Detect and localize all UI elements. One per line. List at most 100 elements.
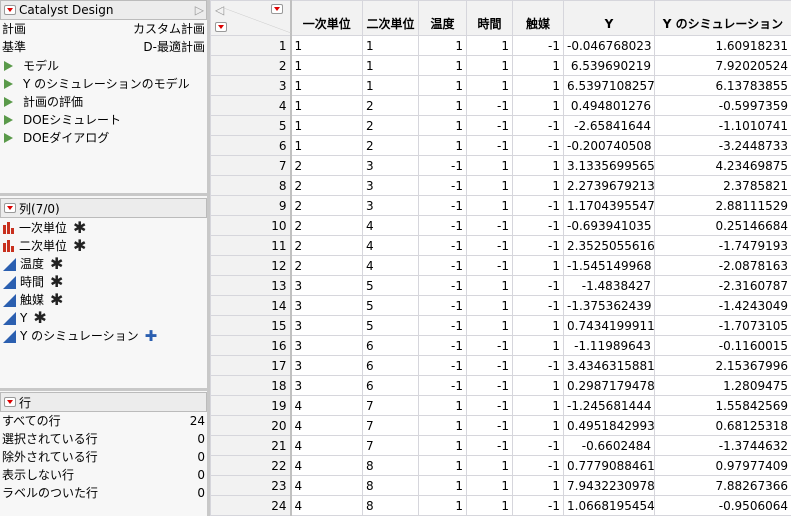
table-cell[interactable]: 4 bbox=[362, 215, 419, 236]
row-number[interactable]: 19 bbox=[210, 395, 292, 416]
asterisk-icon[interactable]: ✱ bbox=[50, 273, 63, 291]
table-row[interactable]: 19 4 7 1 -1 1 -1.245681444 1.55842569 bbox=[210, 395, 791, 416]
table-row[interactable]: 20 4 7 1 -1 1 0.4951842993 0.68125318 bbox=[210, 415, 791, 436]
row-number[interactable]: 16 bbox=[210, 335, 292, 356]
table-cell[interactable]: 0.4951842993 bbox=[563, 415, 655, 436]
table-cell[interactable]: 1 bbox=[466, 175, 513, 196]
table-cell[interactable]: 8 bbox=[362, 495, 419, 516]
table-cell[interactable]: -1.4838427 bbox=[563, 275, 655, 296]
table-cell[interactable]: 6 bbox=[362, 355, 419, 376]
column-list-item[interactable]: 触媒 ✱ bbox=[0, 291, 207, 309]
run-script-icon[interactable] bbox=[4, 97, 13, 107]
table-cell[interactable]: -1 bbox=[418, 315, 467, 336]
table-cell[interactable]: -1 bbox=[418, 155, 467, 176]
table-cell[interactable]: -3.2448733 bbox=[654, 135, 791, 156]
table-row[interactable]: 21 4 7 1 -1 -1 -0.6602484 -1.3744632 bbox=[210, 435, 791, 456]
table-cell[interactable]: 1 bbox=[290, 115, 363, 136]
asterisk-icon[interactable]: ✱ bbox=[50, 291, 63, 309]
table-cell[interactable]: -1 bbox=[418, 375, 467, 396]
row-number[interactable]: 2 bbox=[210, 55, 292, 76]
table-cell[interactable]: 1 bbox=[512, 335, 564, 356]
red-triangle-menu-icon[interactable] bbox=[4, 203, 16, 213]
row-number[interactable]: 18 bbox=[210, 375, 292, 396]
table-cell[interactable]: -1 bbox=[512, 355, 564, 376]
table-cell[interactable]: -1 bbox=[466, 95, 513, 116]
table-cell[interactable]: 6 bbox=[362, 335, 419, 356]
table-script[interactable]: DOEシミュレート bbox=[0, 111, 207, 129]
row-number[interactable]: 5 bbox=[210, 115, 292, 136]
row-number[interactable]: 20 bbox=[210, 415, 292, 436]
table-cell[interactable]: 7 bbox=[362, 395, 419, 416]
table-script[interactable]: モデル bbox=[0, 57, 207, 75]
table-cell[interactable]: 1 bbox=[466, 75, 513, 96]
table-cell[interactable]: 1 bbox=[466, 35, 513, 56]
table-cell[interactable]: 2.3785821 bbox=[654, 175, 791, 196]
table-cell[interactable]: 7 bbox=[362, 435, 419, 456]
table-cell[interactable]: -1 bbox=[418, 295, 467, 316]
table-row[interactable]: 7 2 3 -1 1 1 3.1335699565 4.23469875 bbox=[210, 155, 791, 176]
table-cell[interactable]: 1 bbox=[512, 375, 564, 396]
table-cell[interactable]: 6 bbox=[362, 375, 419, 396]
table-cell[interactable]: -0.6602484 bbox=[563, 435, 655, 456]
table-cell[interactable]: 1 bbox=[512, 315, 564, 336]
asterisk-icon[interactable]: ✱ bbox=[50, 255, 63, 273]
table-cell[interactable]: 2 bbox=[290, 195, 363, 216]
table-row[interactable]: 24 4 8 1 1 -1 1.0668195454 -0.9506064 bbox=[210, 495, 791, 516]
table-cell[interactable]: 7.92020524 bbox=[654, 55, 791, 76]
table-cell[interactable]: -1 bbox=[466, 255, 513, 276]
row-number[interactable]: 17 bbox=[210, 355, 292, 376]
row-number[interactable]: 24 bbox=[210, 495, 292, 516]
table-cell[interactable]: 6.13783855 bbox=[654, 75, 791, 96]
table-cell[interactable]: -1 bbox=[512, 215, 564, 236]
table-cell[interactable]: 1.1704395547 bbox=[563, 195, 655, 216]
table-cell[interactable]: 2 bbox=[290, 155, 363, 176]
table-row[interactable]: 4 1 2 1 -1 1 0.494801276 -0.5997359 bbox=[210, 95, 791, 116]
table-cell[interactable]: 4 bbox=[362, 255, 419, 276]
table-cell[interactable]: -1 bbox=[512, 295, 564, 316]
red-triangle-menu-icon[interactable] bbox=[4, 397, 16, 407]
table-cell[interactable]: -1 bbox=[418, 335, 467, 356]
table-cell[interactable]: 1 bbox=[466, 275, 513, 296]
table-row[interactable]: 11 2 4 -1 -1 -1 2.3525055616 -1.7479193 bbox=[210, 235, 791, 256]
table-cell[interactable]: 4 bbox=[362, 235, 419, 256]
table-cell[interactable]: 1 bbox=[362, 75, 419, 96]
table-row[interactable]: 9 2 3 -1 1 -1 1.1704395547 2.88111529 bbox=[210, 195, 791, 216]
table-row[interactable]: 13 3 5 -1 1 -1 -1.4838427 -2.3160787 bbox=[210, 275, 791, 296]
row-number[interactable]: 1 bbox=[210, 35, 292, 56]
table-cell[interactable]: -1 bbox=[466, 435, 513, 456]
table-cell[interactable]: -2.0878163 bbox=[654, 255, 791, 276]
table-row[interactable]: 8 2 3 -1 1 1 2.2739679213 2.3785821 bbox=[210, 175, 791, 196]
table-cell[interactable]: -1 bbox=[466, 215, 513, 236]
table-cell[interactable]: 1.60918231 bbox=[654, 35, 791, 56]
column-list-item[interactable]: 一次単位 ✱ bbox=[0, 219, 207, 237]
table-cell[interactable]: 3 bbox=[290, 315, 363, 336]
table-cell[interactable]: 2.3525055616 bbox=[563, 235, 655, 256]
row-number[interactable]: 15 bbox=[210, 315, 292, 336]
table-cell[interactable]: 2 bbox=[362, 115, 419, 136]
table-cell[interactable]: 1 bbox=[466, 295, 513, 316]
table-cell[interactable]: 3 bbox=[290, 335, 363, 356]
column-header[interactable]: 二次単位 bbox=[362, 0, 419, 36]
table-cell[interactable]: -1 bbox=[418, 235, 467, 256]
table-row[interactable]: 5 1 2 1 -1 -1 -2.65841644 -1.1010741 bbox=[210, 115, 791, 136]
table-cell[interactable]: 1 bbox=[418, 455, 467, 476]
table-row[interactable]: 14 3 5 -1 1 -1 -1.375362439 -1.4243049 bbox=[210, 295, 791, 316]
column-header[interactable]: 一次単位 bbox=[290, 0, 363, 36]
row-number[interactable]: 22 bbox=[210, 455, 292, 476]
run-script-icon[interactable] bbox=[4, 61, 13, 71]
row-number[interactable]: 11 bbox=[210, 235, 292, 256]
table-cell[interactable]: 2 bbox=[290, 235, 363, 256]
row-number[interactable]: 12 bbox=[210, 255, 292, 276]
table-cell[interactable]: 1 bbox=[418, 495, 467, 516]
table-cell[interactable]: 4 bbox=[290, 455, 363, 476]
table-cell[interactable]: 0.97977409 bbox=[654, 455, 791, 476]
asterisk-icon[interactable]: ✱ bbox=[73, 219, 86, 237]
table-cell[interactable]: 2 bbox=[362, 95, 419, 116]
table-cell[interactable]: -1 bbox=[512, 275, 564, 296]
table-cell[interactable]: -1 bbox=[512, 495, 564, 516]
table-cell[interactable]: -1 bbox=[466, 235, 513, 256]
table-cell[interactable]: 3 bbox=[290, 355, 363, 376]
column-header[interactable]: 触媒 bbox=[512, 0, 564, 36]
table-cell[interactable]: -1.7073105 bbox=[654, 315, 791, 336]
table-cell[interactable]: 3 bbox=[362, 155, 419, 176]
